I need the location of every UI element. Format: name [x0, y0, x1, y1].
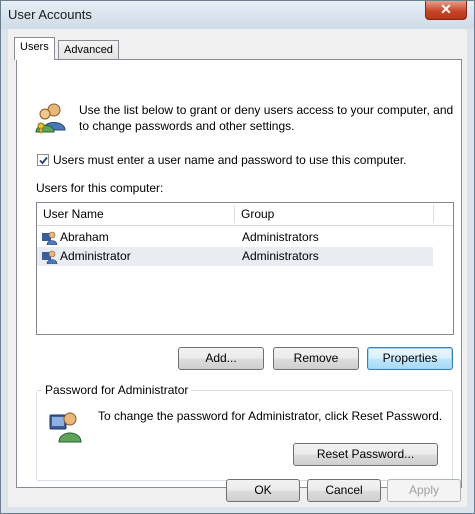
apply-button[interactable]: Apply: [387, 479, 461, 502]
group-cell: Administrators: [242, 249, 319, 263]
window-title: User Accounts: [8, 7, 92, 22]
key-user-icon: [49, 412, 82, 443]
users-icon: [35, 103, 66, 134]
require-password-checkbox[interactable]: [37, 154, 49, 166]
tab-users[interactable]: Users: [14, 37, 55, 60]
reset-password-button[interactable]: Reset Password...: [293, 443, 438, 466]
user-icon: [42, 250, 58, 264]
password-groupbox: Password for Administrator To change the…: [36, 383, 453, 481]
ok-button[interactable]: OK: [226, 479, 300, 502]
list-header: User Name Group: [37, 203, 453, 226]
user-accounts-window: User Accounts ✕ Users Advanced Use the l…: [0, 0, 475, 514]
user-icon: [42, 231, 58, 245]
users-list-label: Users for this computer:: [36, 181, 164, 195]
tab-users-label: Users: [20, 41, 49, 53]
title-bar[interactable]: User Accounts ✕: [1, 1, 474, 29]
table-row[interactable]: Administrator Administrators: [37, 247, 433, 266]
properties-button[interactable]: Properties: [367, 347, 453, 370]
user-name-cell: Administrator: [60, 249, 131, 263]
intro-text: Use the list below to grant or deny user…: [79, 103, 454, 133]
user-name-cell: Abraham: [60, 230, 109, 244]
close-button[interactable]: ✕: [425, 1, 467, 20]
close-icon: ✕: [440, 1, 452, 17]
password-hint-text: To change the password for Administrator…: [98, 409, 443, 423]
column-divider[interactable]: [234, 205, 235, 223]
group-cell: Administrators: [242, 230, 319, 244]
users-tab-panel: Use the list below to grant or deny user…: [16, 59, 462, 488]
table-row[interactable]: Abraham Administrators: [37, 228, 433, 247]
remove-button[interactable]: Remove: [273, 347, 359, 370]
check-icon: [39, 156, 48, 165]
column-header-user-name[interactable]: User Name: [43, 203, 104, 225]
tab-advanced-label: Advanced: [64, 44, 113, 56]
password-groupbox-title: Password for Administrator: [42, 383, 192, 397]
column-header-group[interactable]: Group: [241, 203, 274, 225]
dialog-client-area: Users Advanced Use the list below to gra…: [8, 29, 467, 507]
column-divider[interactable]: [433, 205, 434, 223]
cancel-button[interactable]: Cancel: [307, 479, 381, 502]
add-button[interactable]: Add...: [178, 347, 264, 370]
require-password-label[interactable]: Users must enter a user name and passwor…: [53, 153, 407, 167]
users-list[interactable]: User Name Group Abraham Administrators A…: [36, 202, 454, 335]
tab-advanced[interactable]: Advanced: [58, 40, 119, 60]
